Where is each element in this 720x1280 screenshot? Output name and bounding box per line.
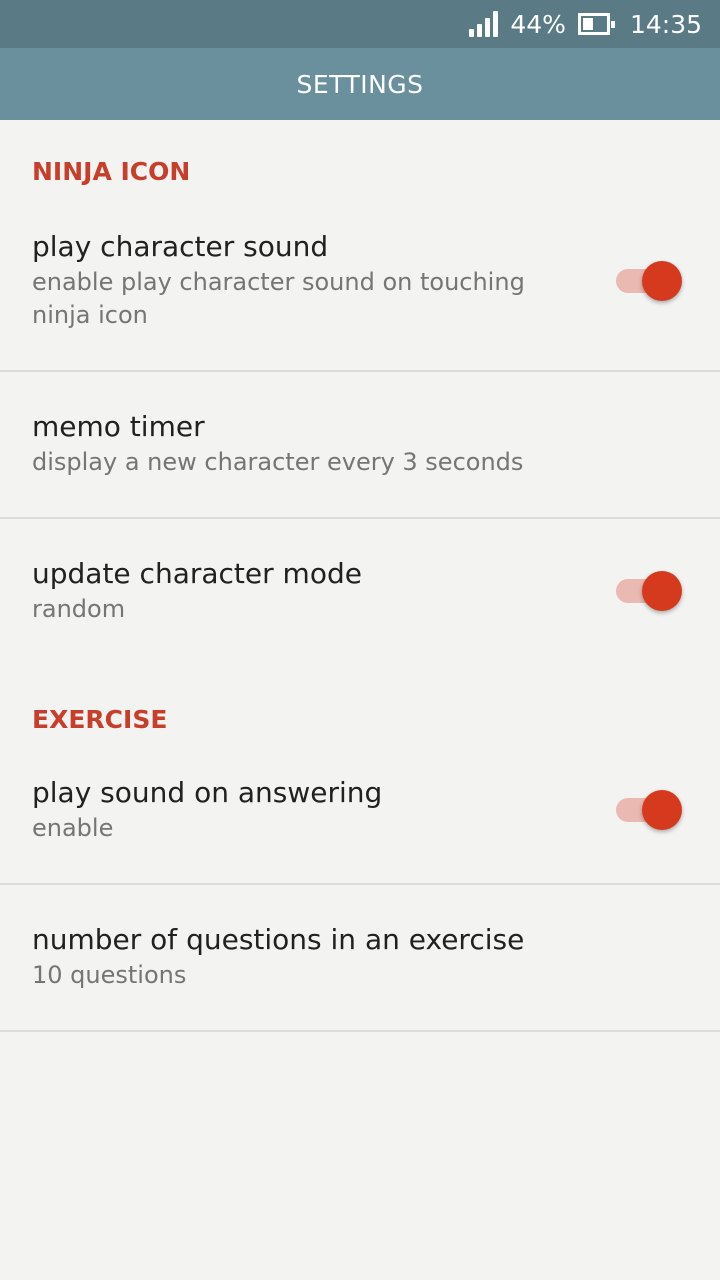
- page-title: SETTINGS: [296, 69, 424, 99]
- switch-thumb: [642, 261, 682, 301]
- setting-play-sound-on-answering[interactable]: play sound on answering enable: [0, 738, 720, 883]
- setting-summary: random: [32, 595, 126, 623]
- setting-play-character-sound[interactable]: play character sound enable play charact…: [0, 210, 720, 370]
- setting-title: number of questions in an exercise: [32, 923, 525, 956]
- setting-summary: display a new character every 3 seconds: [32, 448, 524, 476]
- setting-number-of-questions[interactable]: number of questions in an exercise 10 qu…: [0, 885, 720, 1030]
- setting-summary: enable play character sound on touching …: [32, 268, 525, 329]
- clock: 14:35: [629, 9, 702, 39]
- setting-title: play sound on answering: [32, 776, 383, 809]
- switch-thumb: [642, 790, 682, 830]
- divider: [0, 1030, 720, 1032]
- section-header-ninja-icon: NINJA ICON: [32, 157, 191, 186]
- battery-percent: 44%: [510, 9, 566, 39]
- setting-update-character-mode[interactable]: update character mode random: [0, 519, 720, 659]
- setting-memo-timer[interactable]: memo timer display a new character every…: [0, 372, 720, 517]
- switch-thumb: [642, 571, 682, 611]
- update-character-mode-switch[interactable]: [616, 571, 682, 611]
- status-bar: 44% 14:35: [0, 0, 720, 48]
- setting-title: memo timer: [32, 410, 205, 443]
- setting-summary: enable: [32, 814, 114, 842]
- app-bar: SETTINGS: [0, 48, 720, 120]
- settings-list: NINJA ICON: [0, 120, 720, 186]
- setting-title: play character sound: [32, 230, 329, 263]
- play-character-sound-switch[interactable]: [616, 261, 682, 301]
- battery-level: [582, 18, 593, 30]
- section-header-exercise: EXERCISE: [32, 705, 168, 734]
- setting-title: update character mode: [32, 557, 362, 590]
- setting-summary: 10 questions: [32, 961, 187, 989]
- battery-icon: [577, 13, 615, 35]
- signal-icon: [469, 11, 499, 37]
- play-sound-on-answering-switch[interactable]: [616, 790, 682, 830]
